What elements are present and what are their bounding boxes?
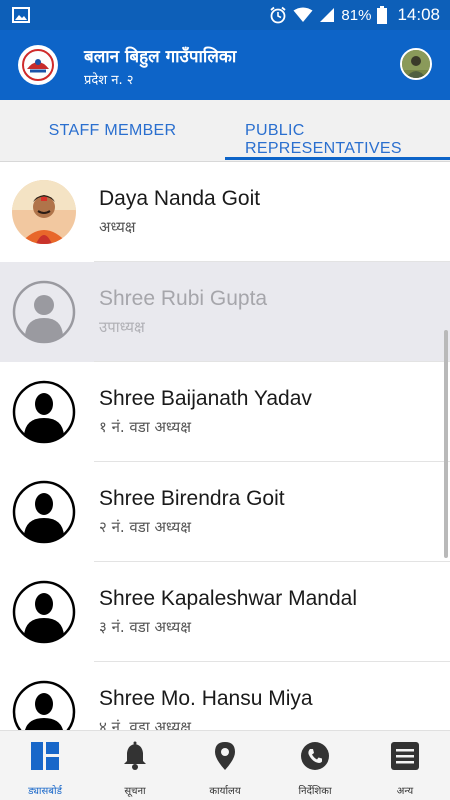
nav-other[interactable]: अन्य (360, 731, 450, 800)
representative-role: २ नं. वडा अध्यक्ष (99, 518, 192, 536)
representative-name: Shree Mo. Hansu Miya (99, 687, 313, 710)
battery-percent: 81% (341, 6, 372, 24)
nav-label: निर्देशिका (298, 786, 332, 797)
silhouette-avatar (12, 580, 76, 644)
location-pin-icon (215, 742, 235, 770)
representatives-list[interactable]: Daya Nanda Goit अध्यक्ष Shree Rubi Gupta… (0, 162, 450, 730)
representative-role: ४ नं. वडा अध्यक्ष (99, 718, 192, 730)
representative-name: Shree Kapaleshwar Mandal (99, 587, 357, 610)
app-bar: बलान बिहुल गाउँपालिका प्रदेश न. २ (0, 30, 450, 100)
gallery-notification-icon (12, 7, 30, 23)
silhouette-avatar (12, 380, 76, 444)
tab-public-representatives[interactable]: PUBLIC REPRESENTATIVES (225, 100, 450, 162)
status-bar: 81% 14:08 (0, 0, 450, 30)
representative-role: ३ नं. वडा अध्यक्ष (99, 618, 192, 636)
status-time: 14:08 (397, 5, 440, 24)
phone-icon (301, 742, 329, 770)
nav-office[interactable]: कार्यालय (180, 731, 270, 800)
nav-notice[interactable]: सूचना (90, 731, 180, 800)
list-scrollbar[interactable] (444, 330, 448, 558)
list-item[interactable]: Shree Kapaleshwar Mandal ३ नं. वडा अध्यक… (0, 562, 450, 662)
representative-role: १ नं. वडा अध्यक्ष (99, 418, 192, 436)
wifi-icon (293, 7, 313, 22)
user-avatar[interactable] (400, 48, 432, 80)
app-title: बलान बिहुल गाउँपालिका (84, 47, 237, 67)
representative-name: Daya Nanda Goit (99, 187, 261, 210)
list-item[interactable]: Shree Birendra Goit २ नं. वडा अध्यक्ष (0, 462, 450, 562)
representative-role: अध्यक्ष (99, 218, 136, 236)
representative-role: उपाध्यक्ष (99, 318, 145, 336)
alarm-icon (270, 6, 286, 24)
list-item[interactable]: Shree Baijanath Yadav १ नं. वडा अध्यक्ष (0, 362, 450, 462)
nav-label: ड्यासबोर्ड (28, 786, 62, 797)
nav-directory[interactable]: निर्देशिका (270, 731, 360, 800)
list-item[interactable]: Daya Nanda Goit अध्यक्ष (0, 162, 450, 262)
nav-label: अन्य (396, 786, 414, 797)
menu-icon (391, 742, 419, 770)
dashboard-icon (31, 742, 59, 770)
nav-label: कार्यालय (209, 786, 241, 797)
list-item[interactable]: Shree Rubi Gupta उपाध्यक्ष (0, 262, 450, 362)
representative-name: Shree Birendra Goit (99, 487, 285, 510)
bottom-navigation: ड्यासबोर्ड सूचना कार्यालय निर्देशिका अन्… (0, 730, 450, 800)
nav-label: सूचना (124, 786, 146, 797)
representative-name: Shree Rubi Gupta (99, 287, 268, 310)
list-item[interactable]: Shree Mo. Hansu Miya ४ नं. वडा अध्यक्ष (0, 662, 450, 730)
signal-icon (320, 8, 335, 22)
silhouette-avatar (12, 480, 76, 544)
nav-dashboard[interactable]: ड्यासबोर्ड (0, 731, 90, 800)
bell-icon (124, 741, 146, 770)
placeholder-avatar (12, 280, 76, 344)
representative-name: Shree Baijanath Yadav (99, 387, 312, 410)
tab-staff-member[interactable]: STAFF MEMBER (0, 100, 225, 162)
silhouette-avatar (12, 680, 76, 730)
app-subtitle: प्रदेश न. २ (84, 73, 134, 88)
tab-bar: STAFF MEMBER PUBLIC REPRESENTATIVES (0, 100, 450, 162)
municipality-logo (18, 45, 58, 85)
tab-indicator (225, 157, 450, 160)
portrait-photo (12, 180, 76, 244)
battery-icon (377, 6, 388, 24)
